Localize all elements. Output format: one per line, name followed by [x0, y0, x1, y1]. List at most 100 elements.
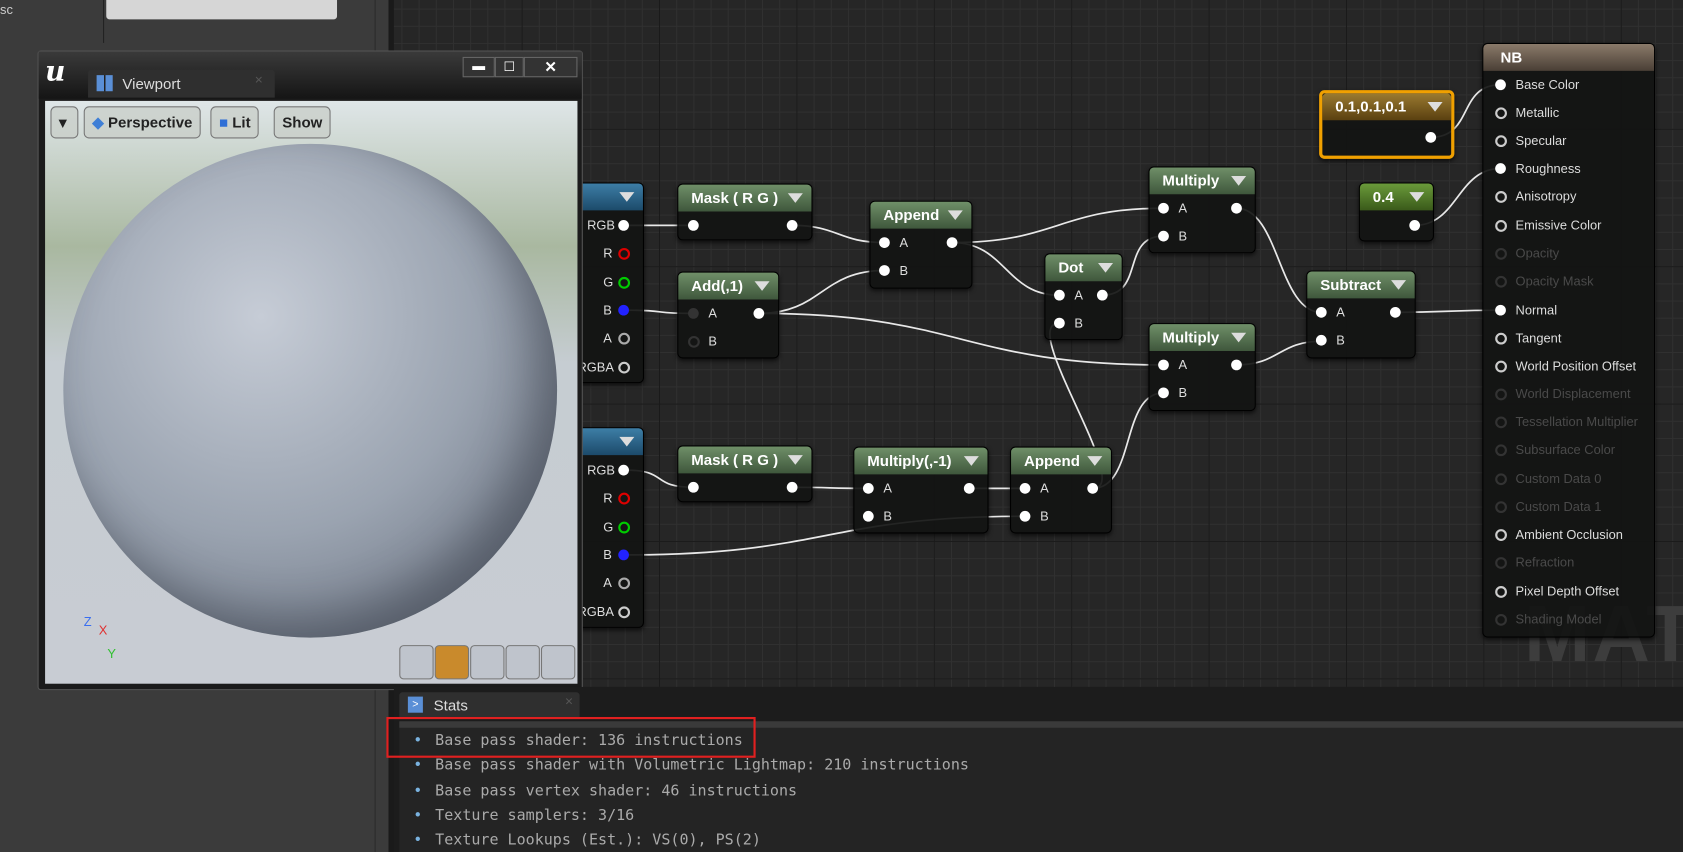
teapot-icon[interactable] — [540, 645, 576, 680]
input-pin-emissive-color[interactable] — [1495, 220, 1507, 232]
collapse-arrow-icon[interactable] — [1087, 456, 1103, 466]
input-pin-world-position-offset[interactable] — [1495, 360, 1507, 373]
input-pin-subsurface-color[interactable] — [1495, 444, 1507, 457]
output-pin[interactable] — [1389, 306, 1401, 318]
input-pin-normal[interactable] — [1495, 304, 1506, 316]
plane-icon[interactable] — [470, 645, 505, 680]
collapse-arrow-icon[interactable] — [1391, 280, 1407, 290]
input-pin-ambient-occlusion[interactable] — [1495, 529, 1507, 541]
input-pin-specular[interactable] — [1495, 135, 1507, 148]
input-box[interactable] — [106, 0, 338, 20]
output-pin[interactable] — [1409, 220, 1421, 231]
node-header[interactable]: Append — [870, 201, 972, 229]
input-pin-roughness[interactable] — [1495, 163, 1506, 174]
output-pin-g[interactable] — [618, 276, 631, 289]
input-pin-refraction[interactable] — [1495, 557, 1507, 569]
node-header[interactable]: Multiply — [1149, 167, 1255, 195]
input-pin-a[interactable] — [879, 237, 890, 248]
output-pin-rgba[interactable] — [618, 605, 631, 618]
input-pin-a[interactable] — [862, 483, 874, 494]
collapse-arrow-icon[interactable] — [1409, 192, 1425, 202]
node-header[interactable]: Add(,1) — [678, 272, 779, 300]
cylinder-icon[interactable] — [399, 645, 434, 680]
input-pin-pixel-depth-offset[interactable] — [1495, 586, 1507, 598]
collapse-arrow-icon[interactable] — [619, 192, 635, 202]
sphere-icon[interactable] — [434, 645, 470, 680]
node-header[interactable]: 0.1,0.1,0.1 — [1322, 93, 1452, 121]
output-pin[interactable] — [786, 220, 798, 231]
close-button[interactable]: ✕ — [523, 56, 578, 78]
viewport-options-dropdown[interactable]: ▾ — [50, 106, 79, 139]
input-pin-a[interactable] — [1158, 359, 1169, 371]
input-pin-metallic[interactable] — [1495, 107, 1507, 120]
input-pin-a[interactable] — [1158, 202, 1169, 214]
input-pin-custom-data-1[interactable] — [1495, 501, 1507, 514]
output-pin[interactable] — [1231, 359, 1242, 371]
collapse-arrow-icon[interactable] — [947, 210, 963, 221]
node-header[interactable]: Dot — [1045, 254, 1122, 282]
cube-icon[interactable] — [505, 645, 540, 680]
node-header[interactable]: Append — [1011, 447, 1111, 475]
node-header[interactable]: Multiply — [1149, 324, 1255, 351]
collapse-arrow-icon[interactable] — [787, 193, 803, 203]
collapse-arrow-icon[interactable] — [1098, 262, 1114, 273]
viewport-preview[interactable] — [45, 100, 578, 684]
node-material-result[interactable]: NB — [1482, 42, 1656, 638]
output-pin-b[interactable] — [618, 549, 629, 561]
lit-button[interactable]: ■ Lit — [210, 106, 260, 139]
input-pin-b[interactable] — [1054, 317, 1065, 329]
output-pin[interactable] — [1425, 132, 1437, 143]
collapse-arrow-icon[interactable] — [1231, 176, 1247, 186]
output-pin[interactable] — [963, 483, 975, 494]
input-pin-a[interactable] — [1054, 289, 1065, 301]
node-const_vec3[interactable]: 0.1,0.1,0.1 — [1319, 90, 1455, 159]
input-pin-tangent[interactable] — [1495, 332, 1507, 345]
show-button[interactable]: Show — [273, 106, 331, 139]
input-pin-custom-data-0[interactable] — [1495, 473, 1507, 486]
collapse-arrow-icon[interactable] — [1427, 101, 1443, 112]
input-pin-a[interactable] — [688, 308, 699, 319]
tab-viewport[interactable]: Viewport ✕ — [88, 69, 275, 98]
node-const_04[interactable]: 0.4 — [1358, 182, 1434, 242]
node-header[interactable]: Mask ( R G ) — [678, 184, 812, 212]
tab-stats[interactable]: > Stats ✕ — [399, 692, 580, 719]
input-pin-b[interactable] — [862, 510, 874, 522]
collapse-arrow-icon[interactable] — [1231, 332, 1247, 343]
output-pin[interactable] — [1096, 289, 1108, 301]
node-header[interactable]: Mask ( R G ) — [678, 446, 812, 474]
input-pin-a[interactable] — [1315, 306, 1327, 318]
output-pin[interactable] — [1231, 202, 1242, 214]
output-pin-b[interactable] — [618, 304, 629, 316]
input-pin[interactable] — [688, 220, 699, 231]
input-pin-b[interactable] — [1158, 387, 1169, 399]
collapse-arrow-icon[interactable] — [619, 436, 635, 447]
collapse-arrow-icon[interactable] — [754, 281, 770, 291]
node-header[interactable]: NB — [1483, 44, 1655, 71]
input-pin-b[interactable] — [1158, 230, 1169, 242]
input-pin-b[interactable] — [1315, 334, 1327, 346]
input-pin-b[interactable] — [1019, 510, 1031, 522]
input-pin-b[interactable] — [688, 335, 700, 348]
tab-close-icon[interactable]: ✕ — [254, 75, 263, 87]
output-pin[interactable] — [786, 481, 798, 493]
input-pin-anisotropy[interactable] — [1495, 191, 1507, 203]
output-pin[interactable] — [1087, 483, 1099, 494]
input-pin-opacity[interactable] — [1495, 247, 1507, 260]
node-header[interactable]: Multiply(,-1) — [854, 447, 988, 475]
input-pin-tessellation-multiplier[interactable] — [1495, 416, 1507, 429]
node-header[interactable]: 0.4 — [1359, 183, 1433, 211]
collapse-arrow-icon[interactable] — [787, 455, 803, 465]
output-pin[interactable] — [753, 308, 765, 319]
output-pin-rgba[interactable] — [618, 361, 631, 373]
maximize-button[interactable]: ☐ — [494, 56, 524, 78]
input-pin-shading-model[interactable] — [1495, 613, 1507, 626]
tab-close-icon[interactable]: ✕ — [565, 697, 574, 709]
input-pin-base-color[interactable] — [1495, 79, 1506, 91]
input-pin[interactable] — [688, 481, 699, 493]
output-pin[interactable] — [946, 237, 958, 248]
minimize-button[interactable]: ▬ — [462, 56, 495, 78]
perspective-button[interactable]: ◆ Perspective — [83, 106, 201, 139]
output-pin-g[interactable] — [618, 521, 631, 534]
input-pin-a[interactable] — [1019, 483, 1031, 494]
node-header[interactable]: Subtract — [1307, 271, 1415, 299]
